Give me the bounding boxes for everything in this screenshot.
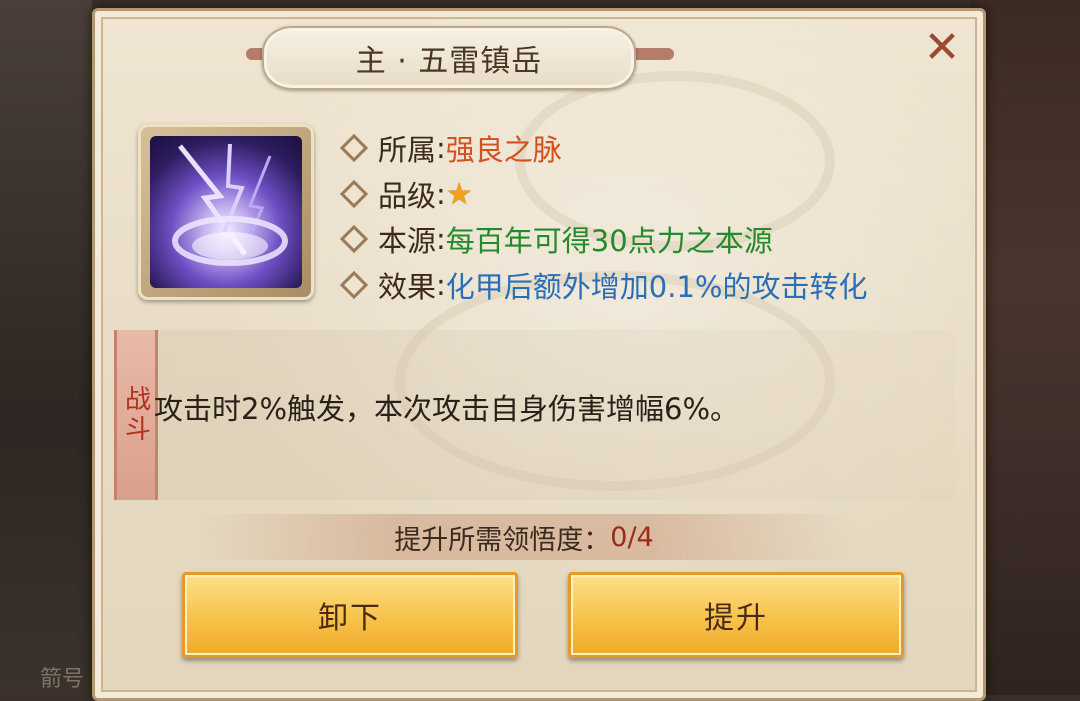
info-row-grade: 品级 : ★ (339, 172, 473, 216)
upgrade-button-label: 提升 (704, 601, 768, 636)
colon: : (436, 268, 446, 302)
purple-lightning-vortex-icon (150, 136, 302, 288)
affiliation-label: 所属 (378, 133, 437, 167)
battle-description: 攻击时2%触发，本次攻击自身伤害增幅6%。 (154, 392, 740, 426)
battle-tag-label: 战斗 (120, 385, 151, 445)
source-label: 本源 (378, 224, 437, 258)
background-text: 箭号 (40, 667, 85, 692)
requirement-bar: 提升所需领悟度： 0/4 (196, 514, 852, 560)
diamond-bullet-icon (339, 179, 369, 209)
close-x-icon: ✕ (923, 22, 961, 73)
colon: : (436, 222, 446, 256)
title-plate: 主 · 五雷镇岳 (262, 26, 636, 90)
battle-tag: 战斗 (114, 330, 158, 500)
unload-button-label: 卸下 (318, 601, 382, 636)
background-right (970, 0, 1080, 695)
diamond-bullet-icon (339, 270, 369, 300)
background-left (0, 0, 92, 695)
colon: : (436, 177, 446, 211)
grade-label: 品级 (378, 179, 437, 213)
star-icon: ★ (445, 176, 473, 212)
effect-label: 效果 (378, 270, 437, 304)
upgrade-button[interactable]: 提升 (568, 572, 904, 658)
diamond-bullet-icon (339, 224, 369, 254)
close-button[interactable]: ✕ (920, 26, 964, 70)
diamond-bullet-icon (339, 133, 369, 163)
source-value: 每百年可得30点力之本源 (445, 224, 773, 258)
info-row-effect: 效果 : 化甲后额外增加0.1%的攻击转化 (339, 263, 868, 307)
unload-button[interactable]: 卸下 (182, 572, 518, 658)
requirement-value: 0/4 (610, 521, 654, 553)
requirement-label: 提升所需领悟度： (394, 524, 611, 556)
info-row-affiliation: 所属 : 强良之脉 (339, 126, 562, 170)
effect-value: 化甲后额外增加0.1%的攻击转化 (445, 270, 868, 304)
colon: : (436, 131, 446, 165)
skill-icon-frame (138, 124, 314, 300)
affiliation-value: 强良之脉 (445, 133, 562, 167)
dialog-title: 主 · 五雷镇岳 (355, 44, 543, 79)
info-row-source: 本源 : 每百年可得30点力之本源 (339, 217, 773, 261)
